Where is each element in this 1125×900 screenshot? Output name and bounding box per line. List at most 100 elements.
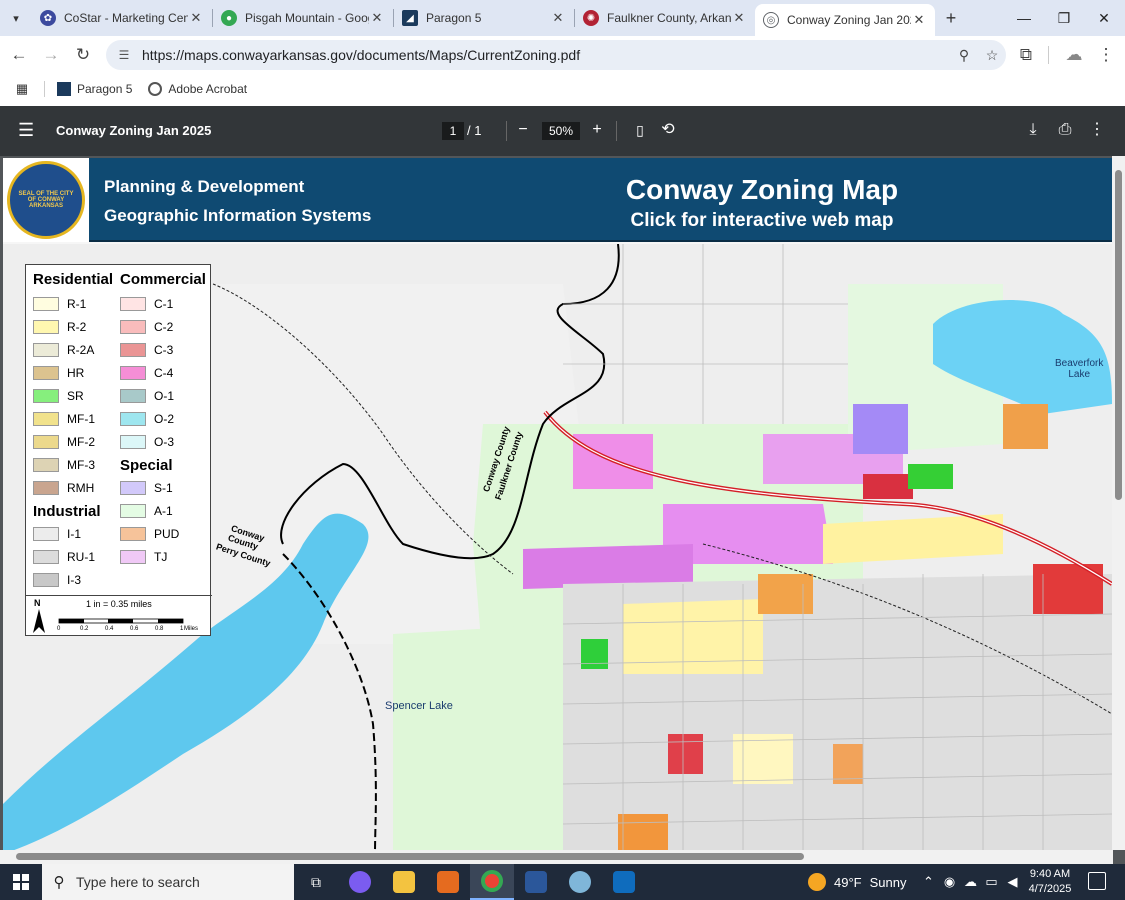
zoom-out-button[interactable]: −: [512, 119, 534, 141]
legend-item: S-1: [120, 480, 173, 496]
zoom-in-button[interactable]: +: [586, 119, 608, 141]
legend-swatch: [120, 320, 146, 334]
zoom-level-input[interactable]: 50%: [542, 122, 580, 140]
map-banner[interactable]: SEAL OF THE CITY OF CONWAY ARKANSAS Plan…: [3, 158, 1112, 242]
zoom-icon[interactable]: ⚲: [950, 47, 978, 64]
tab-paragon[interactable]: ◢ Paragon 5 ✕: [394, 0, 574, 36]
new-tab-button[interactable]: +: [935, 8, 967, 29]
legend-item: MF-1: [33, 411, 95, 427]
legend-code: HR: [67, 366, 85, 380]
vertical-scroll-thumb[interactable]: [1115, 170, 1122, 500]
clock-time: 9:40 AM: [1029, 868, 1071, 880]
bookmark-star-icon[interactable]: ☆: [978, 47, 1006, 64]
task-view-button[interactable]: ⧉: [294, 864, 338, 900]
arrow-right-icon: →: [42, 45, 60, 64]
extensions-button[interactable]: ⧉: [1010, 39, 1042, 71]
legend-swatch: [120, 366, 146, 380]
pdf-viewer[interactable]: SEAL OF THE CITY OF CONWAY ARKANSAS Plan…: [0, 156, 1125, 864]
vertical-scrollbar[interactable]: [1112, 156, 1125, 850]
print-icon[interactable]: ⎙: [1054, 119, 1076, 141]
reload-button[interactable]: ↻: [67, 39, 99, 71]
tab-search-button[interactable]: ▾: [0, 0, 32, 36]
taskbar-clock[interactable]: 9:40 AM 4/7/2025: [1020, 867, 1080, 897]
legend-code: S-1: [154, 481, 173, 495]
taskbar-media-player[interactable]: [426, 864, 470, 900]
pdf-page[interactable]: SEAL OF THE CITY OF CONWAY ARKANSAS Plan…: [3, 158, 1112, 854]
legend-swatch: [120, 481, 146, 495]
bookmark-paragon[interactable]: Paragon 5: [57, 82, 132, 96]
windows-logo-icon: [13, 874, 29, 890]
onedrive-icon[interactable]: ☁: [960, 874, 981, 890]
close-icon[interactable]: ✕: [188, 10, 204, 26]
tab-costar[interactable]: ✿ CoStar - Marketing Cente ✕: [32, 0, 212, 36]
dept-line-2: Geographic Information Systems: [104, 206, 372, 225]
interactive-map-link[interactable]: Click for interactive web map: [562, 210, 962, 232]
legend-swatch: [33, 320, 59, 334]
taskbar-copilot[interactable]: [338, 864, 382, 900]
bookmark-label: Adobe Acrobat: [168, 82, 248, 96]
close-icon[interactable]: ✕: [550, 10, 566, 26]
horizontal-scroll-thumb[interactable]: [16, 853, 804, 860]
word-icon: [525, 871, 547, 893]
search-icon: ⚲: [53, 874, 65, 891]
chevron-up-icon[interactable]: ⌃: [918, 874, 939, 890]
taskbar-search-box[interactable]: ⚲ Type here to search: [42, 864, 294, 900]
close-icon[interactable]: ✕: [369, 10, 385, 26]
scale-bar: N 1 in = 0.35 miles 0 0.2 0.4 0.6 0.8 1 …: [26, 595, 212, 637]
north-arrow-label: N: [34, 598, 41, 608]
taskbar-word[interactable]: [514, 864, 558, 900]
apps-grid-icon[interactable]: ▦: [0, 81, 44, 97]
taskbar-outlook[interactable]: [602, 864, 646, 900]
weather-widget[interactable]: 49°F Sunny: [808, 864, 906, 900]
puzzle-icon: ⧉: [1019, 45, 1033, 64]
omnibox[interactable]: ☰ https://maps.conwayarkansas.gov/docume…: [106, 40, 1006, 70]
scale-unit: Miles: [184, 626, 199, 632]
weather-description: Sunny: [869, 874, 907, 890]
profile-button[interactable]: ☁: [1058, 39, 1090, 71]
legend-item: O-3: [120, 434, 174, 450]
browser-menu-button[interactable]: ⋮: [1090, 39, 1122, 71]
url-text[interactable]: https://maps.conwayarkansas.gov/document…: [138, 47, 950, 63]
forward-button[interactable]: →: [35, 39, 67, 71]
close-icon[interactable]: ✕: [911, 12, 927, 28]
download-icon[interactable]: ⤓: [1022, 119, 1044, 141]
network-icon[interactable]: ▭: [981, 874, 1002, 890]
site-info-icon[interactable]: ☰: [110, 48, 138, 62]
legend-swatch: [33, 573, 59, 587]
bookmarks-bar: ▦ Paragon 5 Adobe Acrobat: [0, 74, 1125, 104]
legend-swatch: [33, 481, 59, 495]
globe-icon: [569, 871, 591, 893]
tab-strip: ▾ ✿ CoStar - Marketing Cente ✕ ● Pisgah …: [0, 0, 1125, 36]
tab-pisgah[interactable]: ● Pisgah Mountain - Googl ✕: [213, 0, 393, 36]
restore-button[interactable]: ❐: [1044, 0, 1084, 36]
taskbar-maps-app[interactable]: [558, 864, 602, 900]
acrobat-icon: [148, 82, 163, 96]
horizontal-scrollbar[interactable]: [0, 850, 1113, 864]
system-tray: ⌃ ◉ ☁ ▭ ◀: [918, 864, 1023, 900]
tab-faulkner[interactable]: ✺ Faulkner County, Arkansa ✕: [575, 0, 755, 36]
page-number-input[interactable]: 1: [442, 122, 464, 140]
minimize-button[interactable]: —: [1004, 0, 1044, 36]
fit-page-icon[interactable]: ▯: [629, 119, 651, 141]
legend-item: RU-1: [33, 549, 95, 565]
taskbar-file-explorer[interactable]: [382, 864, 426, 900]
hamburger-menu-icon[interactable]: ☰: [18, 120, 34, 141]
close-window-button[interactable]: ✕: [1084, 0, 1124, 36]
legend-item: C-2: [120, 319, 173, 335]
meet-now-icon[interactable]: ◉: [939, 874, 960, 890]
legend-code: R-2: [67, 320, 87, 334]
rotate-icon[interactable]: ⟲: [657, 119, 679, 141]
more-options-icon[interactable]: ⋮: [1086, 119, 1108, 141]
back-button[interactable]: ←: [3, 39, 35, 71]
notification-icon[interactable]: [1088, 872, 1106, 890]
restore-icon: ❐: [1057, 9, 1071, 26]
close-icon[interactable]: ✕: [731, 10, 747, 26]
tab-conway-zoning[interactable]: ◎ Conway Zoning Jan 2025 ✕: [755, 4, 935, 36]
taskbar-chrome[interactable]: [470, 864, 514, 900]
chrome-icon: [481, 870, 503, 892]
legend-code: R-2A: [67, 343, 95, 357]
start-button[interactable]: [0, 864, 42, 900]
bookmark-adobe-acrobat[interactable]: Adobe Acrobat: [148, 82, 247, 96]
legend-item: MF-3: [33, 457, 95, 473]
legend-heading-special: Special: [120, 457, 173, 474]
